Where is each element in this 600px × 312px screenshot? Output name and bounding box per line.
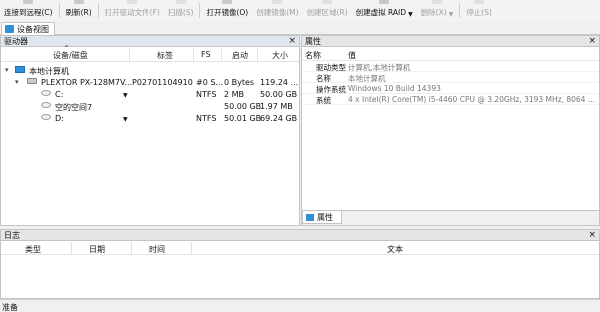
volume-icon — [41, 90, 51, 96]
close-icon[interactable]: × — [288, 36, 296, 46]
dropdown-arrow-icon[interactable]: ▼ — [408, 11, 413, 18]
tree-row-volume-c[interactable]: C: ▼ NTFS 2 MB 50.00 GB — [1, 89, 299, 101]
toolbar: 连接到远程(C) 刷新(R) 打开驱动文件(F) 扫描(S) 打开镜像(O) 创… — [0, 0, 600, 21]
property-row: 驱动类型 计算机,本地计算机 — [302, 61, 599, 72]
tree-row-volume-d[interactable]: D: ▼ NTFS 50.01 GB 69.24 GB — [1, 113, 299, 125]
delete-button[interactable]: 删除(X) ▼ — [417, 0, 458, 21]
device-view-icon — [5, 25, 14, 33]
log-column-header: 类型 日期 时间 文本 — [1, 242, 599, 255]
create-region-icon — [322, 0, 333, 4]
scan-icon — [175, 0, 186, 4]
column-time[interactable]: 时间 — [149, 244, 165, 255]
properties-panel-header: 属性 × — [301, 35, 600, 47]
log-panel: 日志 × 类型 日期 时间 文本 — [0, 229, 600, 299]
property-row: 名称 本地计算机 — [302, 72, 599, 83]
volume-icon — [41, 114, 51, 120]
connect-icon — [23, 0, 34, 4]
document-tabstrip: 设备视图 — [0, 21, 600, 35]
open-drive-file-button[interactable]: 打开驱动文件(F) — [101, 0, 164, 21]
properties-icon — [306, 213, 314, 221]
properties-panel: 属性 × 名称 值 驱动类型 计算机,本地计算机 名称 本地计算机 操作系统 W… — [301, 35, 600, 226]
create-region-button[interactable]: 创建区域(R) — [303, 0, 352, 21]
create-image-button[interactable]: 创建镜像(M) — [252, 0, 302, 21]
toolbar-separator — [97, 3, 99, 18]
column-value[interactable]: 值 — [348, 50, 356, 61]
column-date[interactable]: 日期 — [89, 244, 105, 255]
toolbar-separator — [199, 3, 201, 18]
dropdown-arrow-icon[interactable]: ▼ — [123, 116, 128, 123]
tab-properties[interactable]: 属性 — [302, 211, 342, 224]
column-label[interactable]: 标签 — [157, 50, 173, 61]
properties-tabbar — [301, 210, 600, 226]
column-fs[interactable]: FS — [201, 50, 211, 59]
raid-icon — [379, 0, 390, 4]
create-virtual-raid-button[interactable]: 创建虚拟 RAID ▼ — [352, 0, 417, 21]
stop-button[interactable]: 停止(S) — [462, 0, 496, 21]
drives-column-header: 设备/磁盘 ^ 标签 FS 启动 大小 — [1, 45, 299, 62]
delete-icon — [432, 0, 442, 4]
tab-device-view[interactable]: 设备视图 — [1, 22, 55, 35]
status-text: 准备 — [2, 303, 18, 312]
drives-panel-header: 驱动器 × — [0, 35, 300, 47]
stop-icon — [474, 0, 485, 4]
computer-icon — [15, 66, 25, 73]
refresh-icon — [73, 0, 84, 4]
connect-remote-button[interactable]: 连接到远程(C) — [0, 0, 57, 21]
drives-panel: 驱动器 × 设备/磁盘 ^ 标签 FS 启动 大小 ▾ 本地计算机 ▾ PLEX… — [0, 35, 300, 226]
hard-disk-icon — [27, 78, 37, 84]
refresh-button[interactable]: 刷新(R) — [62, 0, 96, 21]
property-row: 操作系统 Windows 10 Build 14393 — [302, 83, 599, 94]
collapse-arrow-icon[interactable]: ▾ — [5, 66, 9, 74]
column-device[interactable]: 设备/磁盘 — [53, 50, 88, 61]
column-size[interactable]: 大小 — [272, 50, 288, 61]
column-text[interactable]: 文本 — [387, 244, 403, 255]
open-image-icon — [222, 0, 233, 4]
collapse-arrow-icon[interactable]: ▾ — [15, 78, 19, 86]
open-file-icon — [127, 0, 138, 4]
property-row: 系统 4 x Intel(R) Core(TM) i5-4460 CPU @ 3… — [302, 94, 599, 105]
close-icon[interactable]: × — [588, 36, 596, 46]
open-image-button[interactable]: 打开镜像(O) — [202, 0, 252, 21]
tree-row-local-computer[interactable]: ▾ 本地计算机 — [1, 65, 299, 77]
scan-button[interactable]: 扫描(S) — [164, 0, 198, 21]
sort-arrow-icon: ^ — [64, 45, 70, 52]
column-type[interactable]: 类型 — [25, 244, 41, 255]
column-start[interactable]: 启动 — [232, 50, 248, 61]
toolbar-separator — [58, 3, 60, 18]
toolbar-separator — [459, 3, 461, 18]
status-bar: 准备 — [0, 299, 600, 312]
close-icon[interactable]: × — [588, 230, 596, 240]
properties-column-header: 名称 值 — [302, 48, 599, 61]
create-image-icon — [272, 0, 283, 4]
tree-row-empty-space[interactable]: 空的空间7 50.00 GB 1.97 MB — [1, 101, 299, 113]
dropdown-arrow-icon[interactable]: ▼ — [123, 92, 128, 99]
log-panel-header: 日志 × — [0, 229, 600, 241]
column-name[interactable]: 名称 — [305, 50, 321, 61]
dropdown-arrow-icon[interactable]: ▼ — [449, 11, 454, 18]
volume-icon — [41, 102, 51, 108]
tree-row-disk[interactable]: ▾ PLEXTOR PX-128M7V... P02701104910 #0 S… — [1, 77, 299, 89]
